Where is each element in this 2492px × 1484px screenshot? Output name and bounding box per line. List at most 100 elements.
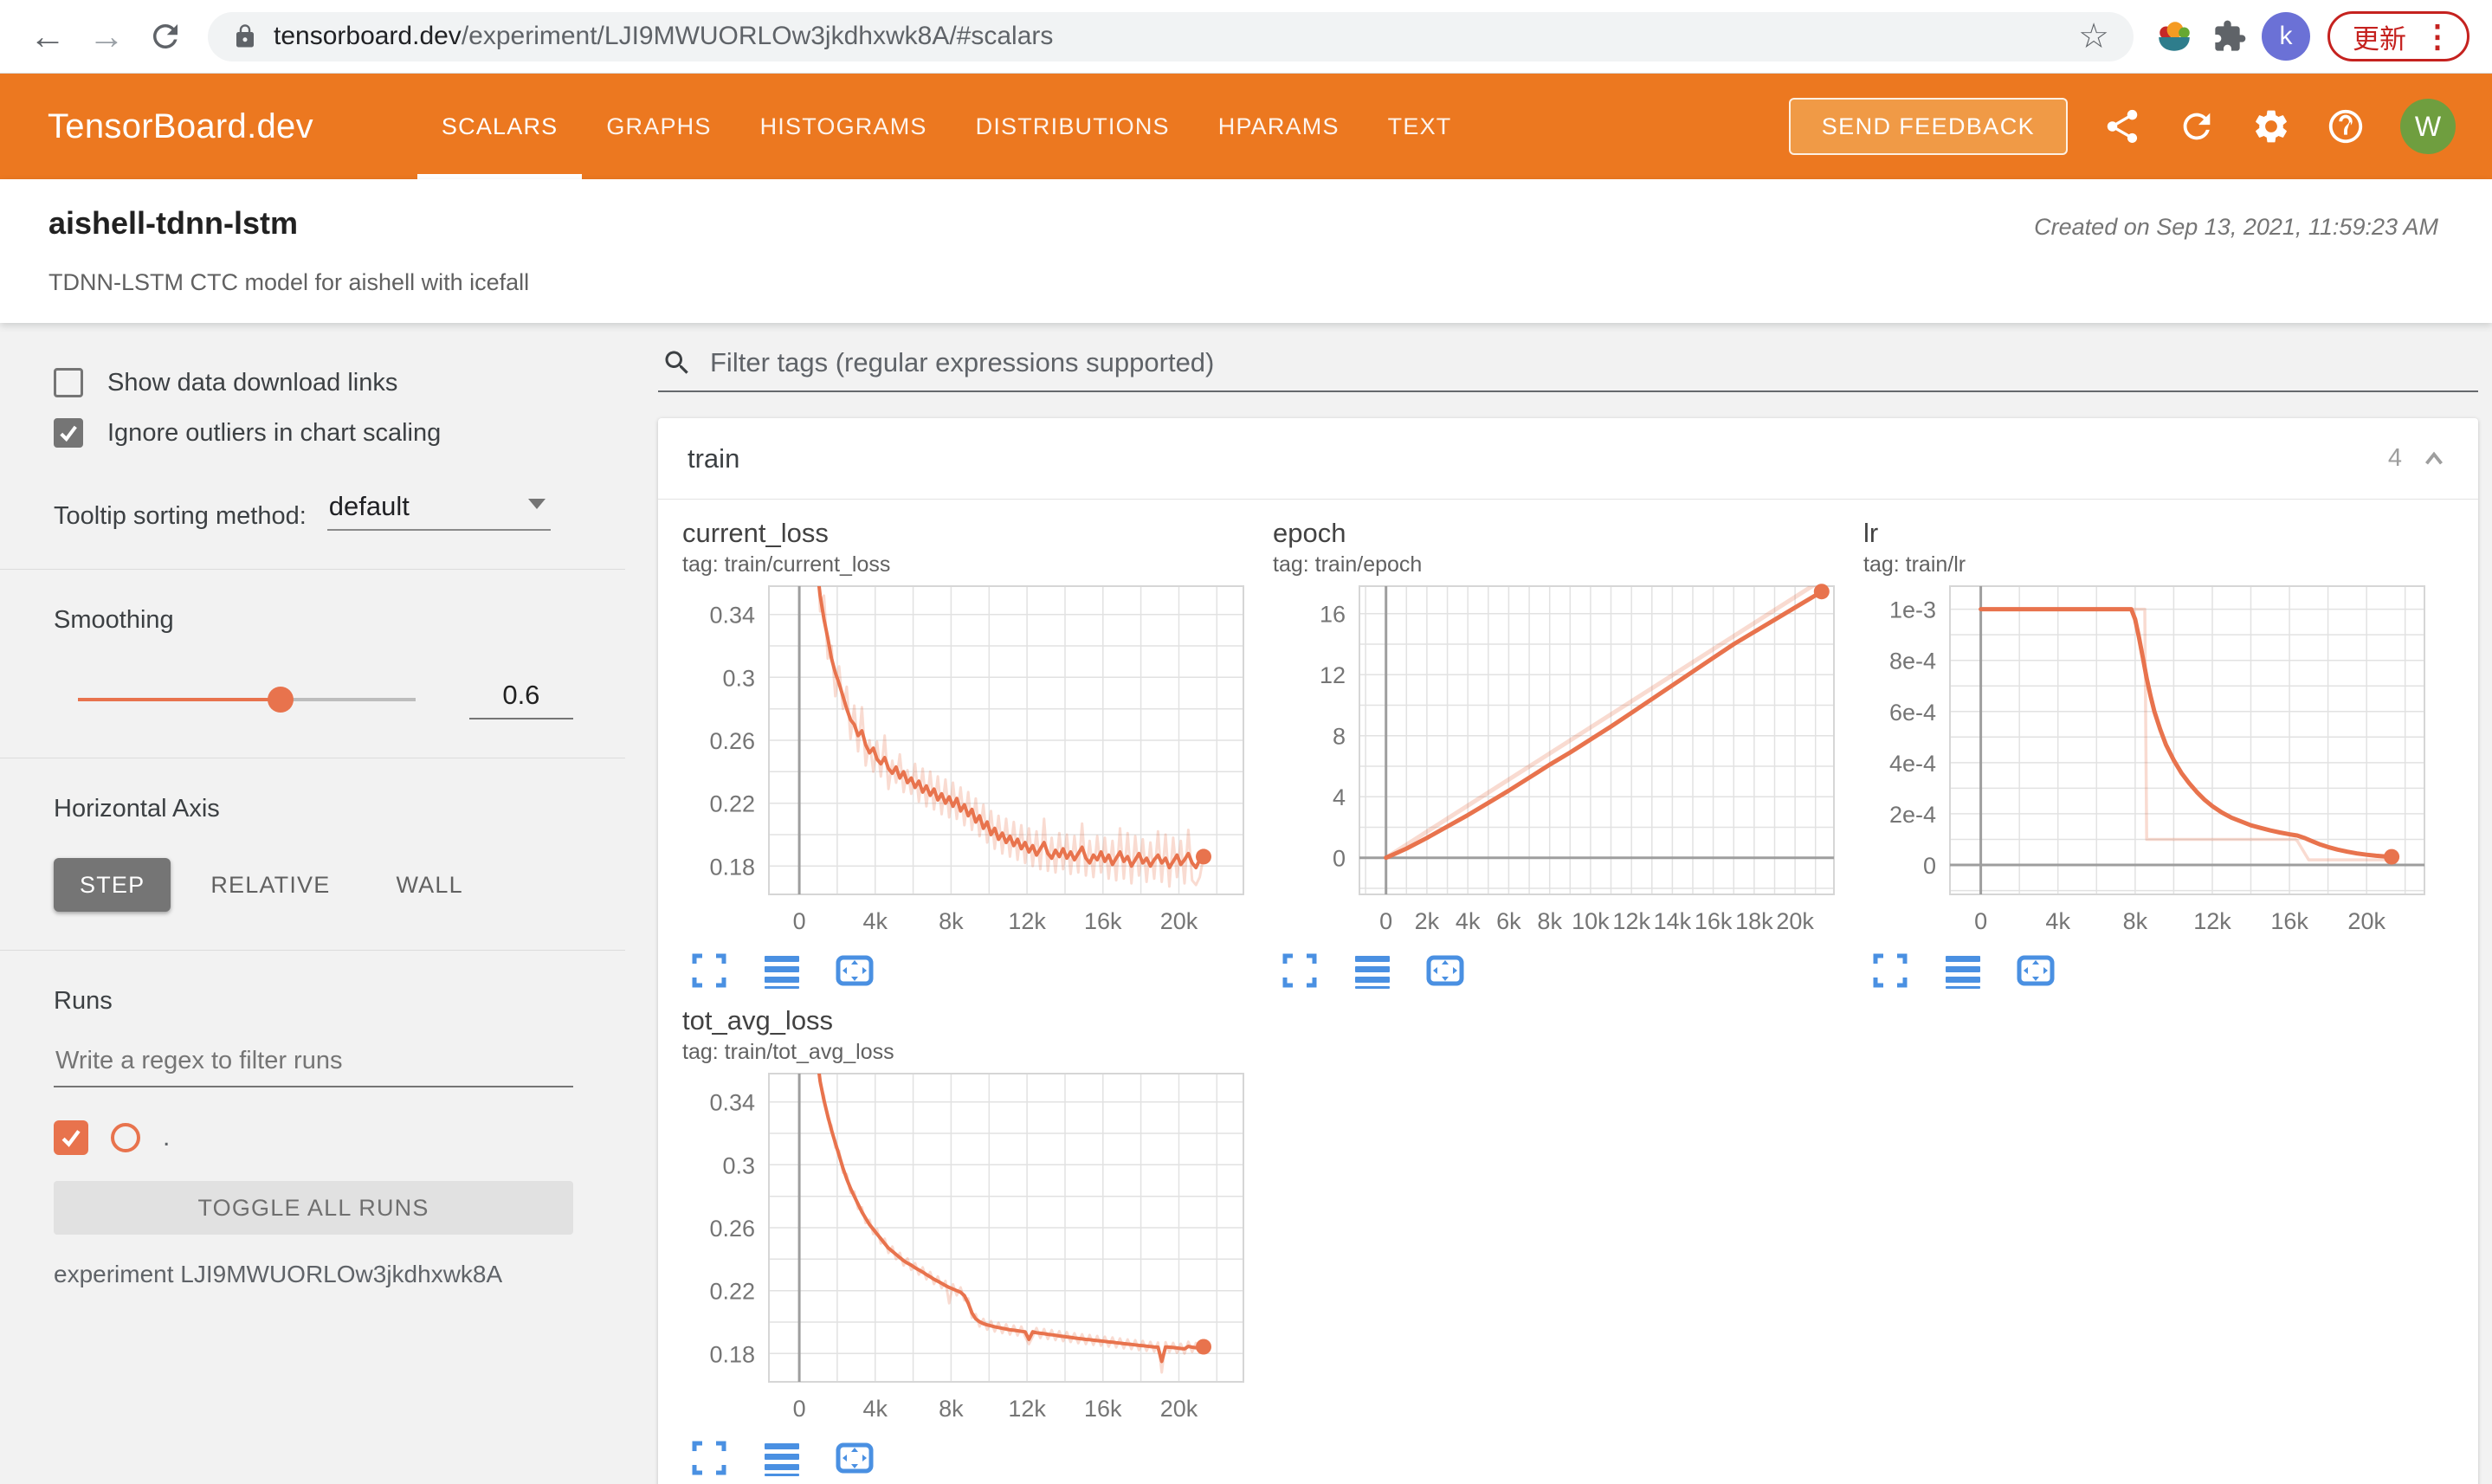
expand-chart-icon[interactable]: [1280, 951, 1320, 990]
runs-label: Runs: [54, 987, 113, 1015]
slider-thumb[interactable]: [267, 687, 294, 713]
svg-text:12k: 12k: [1008, 908, 1046, 934]
header-actions: SEND FEEDBACK W: [1788, 74, 2456, 179]
svg-text:0.22: 0.22: [709, 791, 755, 817]
send-feedback-button[interactable]: SEND FEEDBACK: [1788, 98, 2068, 155]
svg-text:0.18: 0.18: [709, 854, 755, 880]
expand-chart-icon[interactable]: [689, 1438, 729, 1478]
toggle-y-axis-icon[interactable]: [1943, 951, 1983, 990]
filter-tags-input[interactable]: [710, 347, 2478, 378]
tab-distributions[interactable]: DISTRIBUTIONS: [952, 74, 1194, 179]
chart-canvas[interactable]: 0 4k 8k 12k 16k 20k 0 2e-4 4e-4 6e-4 8e-4 1e-3: [1863, 579, 2438, 947]
tooltip-sorting-select[interactable]: default: [326, 491, 551, 531]
svg-text:0: 0: [1974, 908, 1987, 934]
pan-zoom-icon[interactable]: [1425, 951, 1465, 990]
run-name: .: [163, 1123, 171, 1152]
chart-canvas[interactable]: 0 4k 8k 12k 16k 20k 0.18 0.22 0.26 0.3 0.34: [682, 579, 1257, 947]
tab-text[interactable]: TEXT: [1364, 74, 1476, 179]
extensions-puzzle-icon[interactable]: [2206, 13, 2253, 60]
browser-profile-avatar[interactable]: k: [2262, 12, 2310, 61]
url-text: tensorboard.dev/experiment/LJI9MWUORLOw3…: [274, 22, 1053, 51]
svg-text:14k: 14k: [1654, 908, 1692, 934]
svg-text:2e-4: 2e-4: [1889, 802, 1936, 828]
expand-chart-icon[interactable]: [1870, 951, 1910, 990]
svg-text:0: 0: [1379, 908, 1392, 934]
svg-text:18k: 18k: [1735, 908, 1773, 934]
run-color-swatch[interactable]: [111, 1123, 140, 1152]
toggle-y-axis-icon[interactable]: [762, 951, 802, 990]
svg-text:0.22: 0.22: [709, 1279, 755, 1305]
section-title: train: [688, 442, 740, 474]
reload-icon[interactable]: [140, 11, 190, 61]
horizontal-axis-buttons: STEP RELATIVE WALL: [54, 858, 573, 912]
svg-text:12: 12: [1320, 662, 1346, 688]
runs-filter-input[interactable]: [54, 1047, 573, 1087]
chart-title: current_loss: [682, 518, 829, 548]
train-section-header[interactable]: train 4: [658, 418, 2478, 500]
back-arrow-glyph: ←: [29, 16, 66, 56]
svg-text:20k: 20k: [1776, 908, 1814, 934]
show-download-links-checkbox[interactable]: [54, 368, 83, 397]
content: Show data download links Ignore outliers…: [0, 323, 2492, 1484]
refresh-icon[interactable]: [2177, 106, 2217, 146]
experiment-title: aishell-tdnn-lstm: [48, 205, 299, 241]
chart-tot-avg-loss: tot_avg_loss tag: train/tot_avg_loss 0 4k…: [682, 1004, 1257, 1478]
chart-tag: tag: train/lr: [1863, 552, 1966, 577]
tooltip-sorting-value: default: [328, 491, 410, 521]
pan-zoom-icon[interactable]: [2016, 951, 2056, 990]
toggle-all-runs-button[interactable]: TOGGLE ALL RUNS: [54, 1181, 573, 1235]
smoothing-slider[interactable]: [78, 687, 416, 713]
chevron-up-icon[interactable]: [2419, 444, 2449, 474]
browser-update-menu-button[interactable]: 更新 ⋮: [2327, 11, 2469, 61]
settings-gear-icon[interactable]: [2251, 106, 2291, 146]
svg-text:4k: 4k: [863, 908, 888, 934]
svg-text:4: 4: [1333, 784, 1346, 810]
share-icon[interactable]: [2102, 106, 2142, 146]
user-avatar[interactable]: W: [2400, 99, 2456, 154]
toggle-y-axis-icon[interactable]: [762, 1438, 802, 1478]
experiment-id-label: experiment LJI9MWUORLOw3jkdhxwk8A: [54, 1261, 503, 1287]
svg-text:12k: 12k: [1008, 1396, 1046, 1422]
url-bar[interactable]: tensorboard.dev/experiment/LJI9MWUORLOw3…: [208, 11, 2134, 61]
lock-icon: [236, 24, 254, 48]
app-logo[interactable]: TensorBoard.dev: [48, 74, 313, 179]
svg-text:0: 0: [793, 1396, 806, 1422]
smoothing-value[interactable]: 0.6: [468, 680, 573, 719]
pan-zoom-icon[interactable]: [835, 1438, 875, 1478]
axis-step-button[interactable]: STEP: [54, 858, 171, 912]
chevron-down-icon: [527, 499, 546, 509]
expand-chart-icon[interactable]: [689, 951, 729, 990]
url-domain: tensorboard.dev: [274, 22, 462, 50]
chart-actions: [1863, 951, 2438, 990]
tab-hparams[interactable]: HPARAMS: [1194, 74, 1364, 179]
svg-text:4e-4: 4e-4: [1889, 751, 1936, 777]
tab-histograms[interactable]: HISTOGRAMS: [736, 74, 952, 179]
chart-epoch: epoch tag: train/epoch 0 2k 4k 6k 8k 10k 12k 14…: [1273, 517, 1848, 990]
svg-text:4k: 4k: [2045, 908, 2070, 934]
svg-text:6k: 6k: [1496, 908, 1521, 934]
fruit-extension-icon[interactable]: [2151, 13, 2198, 60]
chart-title: epoch: [1273, 518, 1346, 548]
axis-relative-button[interactable]: RELATIVE: [184, 858, 356, 912]
bookmark-star-icon[interactable]: ☆: [2078, 19, 2109, 54]
tooltip-sorting-label: Tooltip sorting method:: [54, 502, 307, 530]
browser-toolbar: ← → tensorboard.dev/experiment/LJI9MWUOR…: [0, 0, 2492, 74]
svg-text:6e-4: 6e-4: [1889, 700, 1936, 726]
svg-text:4k: 4k: [863, 1396, 888, 1422]
forward-icon[interactable]: →: [81, 11, 132, 61]
help-icon[interactable]: [2326, 106, 2366, 146]
chart-actions: [682, 1438, 1257, 1478]
chart-canvas[interactable]: 0 4k 8k 12k 16k 20k 0.18 0.22 0.26 0.3 0.34: [682, 1067, 1257, 1435]
svg-text:8e-4: 8e-4: [1889, 648, 1936, 674]
pan-zoom-icon[interactable]: [835, 951, 875, 990]
svg-text:10k: 10k: [1572, 908, 1610, 934]
axis-wall-button[interactable]: WALL: [370, 858, 488, 912]
tab-graphs[interactable]: GRAPHS: [582, 74, 735, 179]
chart-canvas[interactable]: 0 2k 4k 6k 8k 10k 12k 14k 16k 18k 20k 0 4 8 12 16: [1273, 579, 1848, 947]
tab-scalars[interactable]: SCALARS: [416, 74, 583, 179]
toggle-y-axis-icon[interactable]: [1353, 951, 1392, 990]
back-icon[interactable]: ←: [23, 11, 73, 61]
svg-text:0.3: 0.3: [722, 1152, 755, 1178]
ignore-outliers-checkbox[interactable]: [54, 418, 83, 448]
run-checkbox[interactable]: [54, 1120, 88, 1155]
